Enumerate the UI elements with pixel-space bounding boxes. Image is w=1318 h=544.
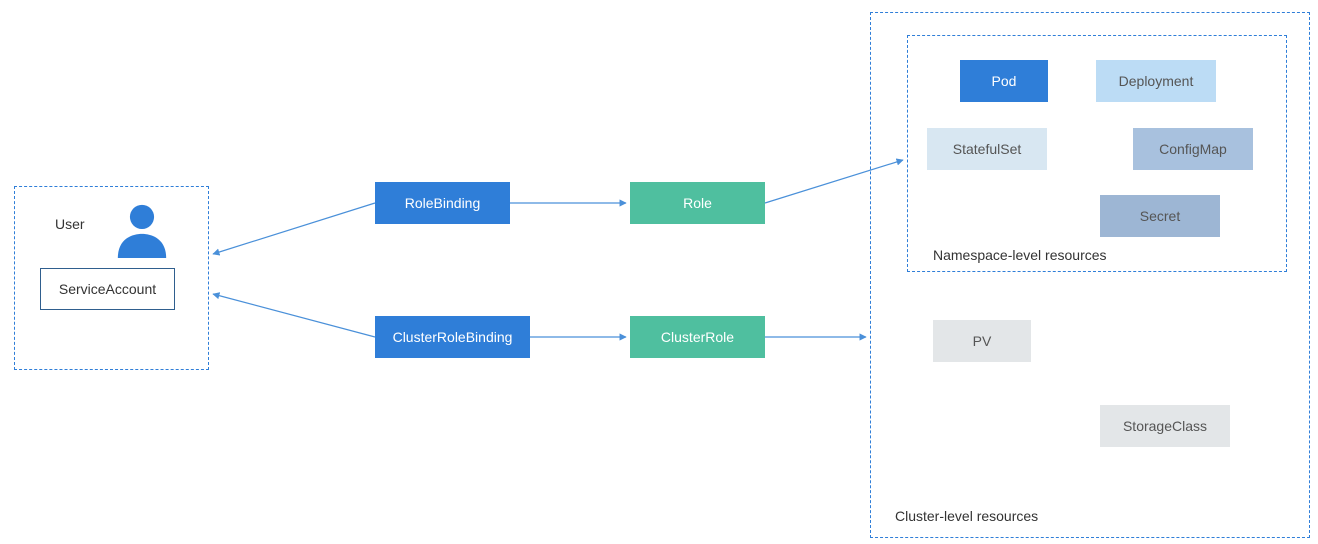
user-label: User <box>55 216 85 232</box>
deployment-node: Deployment <box>1096 60 1216 102</box>
diagram-canvas: User ServiceAccount RoleBinding ClusterR… <box>0 0 1318 544</box>
role-node: Role <box>630 182 765 224</box>
cluster-resources-title: Cluster-level resources <box>895 508 1038 524</box>
namespace-resources-title: Namespace-level resources <box>933 247 1107 263</box>
arrow-rolebinding-to-subjects <box>213 203 375 254</box>
user-icon <box>113 200 171 258</box>
arrow-clusterrolebinding-to-subjects <box>213 294 375 337</box>
cluster-role-node: ClusterRole <box>630 316 765 358</box>
storageclass-node: StorageClass <box>1100 405 1230 447</box>
pv-node: PV <box>933 320 1031 362</box>
service-account-node: ServiceAccount <box>40 268 175 310</box>
role-binding-node: RoleBinding <box>375 182 510 224</box>
pod-node: Pod <box>960 60 1048 102</box>
cluster-role-binding-node: ClusterRoleBinding <box>375 316 530 358</box>
configmap-node: ConfigMap <box>1133 128 1253 170</box>
statefulset-node: StatefulSet <box>927 128 1047 170</box>
secret-node: Secret <box>1100 195 1220 237</box>
